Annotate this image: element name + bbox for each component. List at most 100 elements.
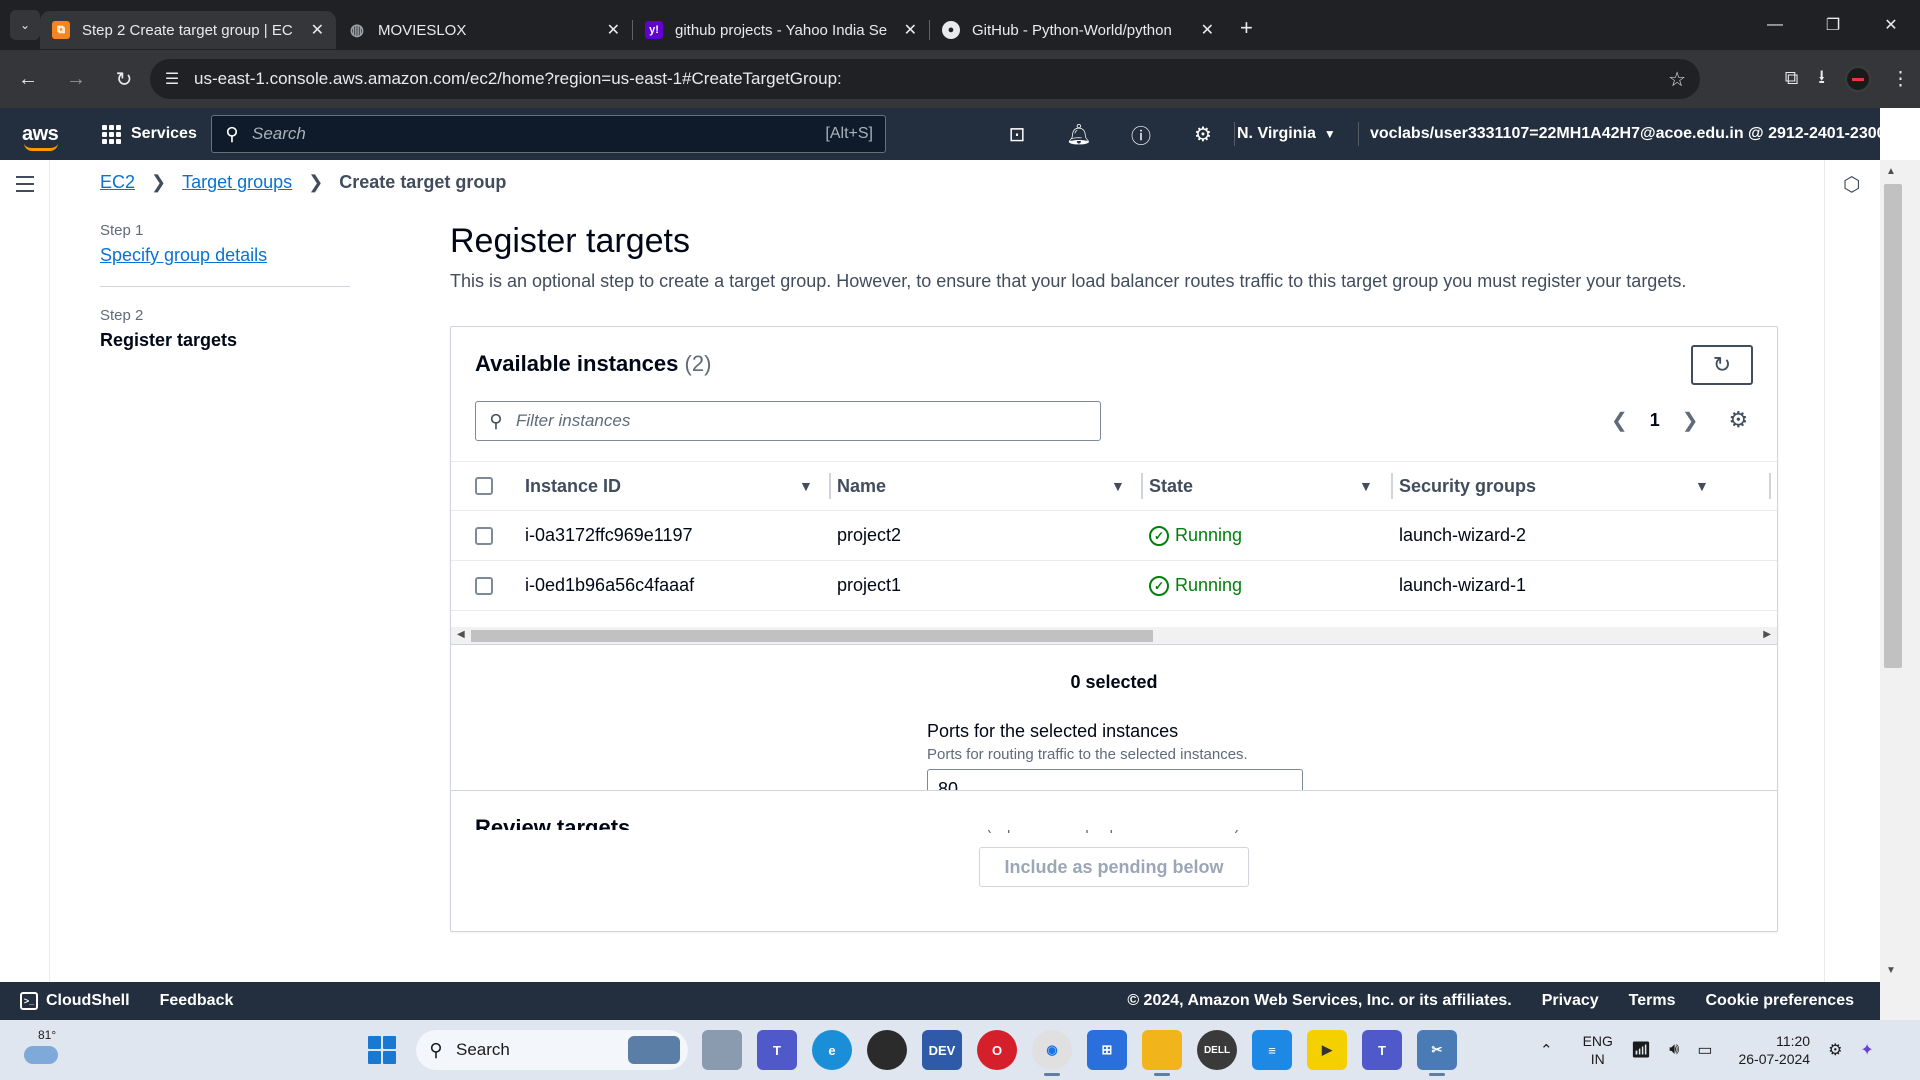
chrome-icon[interactable]: ◉ bbox=[1032, 1030, 1072, 1076]
sort-caret-icon[interactable]: ▼ bbox=[1695, 478, 1709, 494]
browser-menu-icon[interactable]: ⋮ bbox=[1891, 68, 1910, 91]
cookie-preferences-link[interactable]: Cookie preferences bbox=[1705, 992, 1854, 1010]
tab-search-button[interactable]: ⌄ bbox=[10, 10, 40, 40]
scrollbar-thumb[interactable] bbox=[471, 630, 1153, 642]
extensions-icon[interactable]: ⧉ bbox=[1785, 68, 1799, 90]
minimize-icon[interactable]: — bbox=[1746, 0, 1804, 50]
close-window-icon[interactable]: ✕ bbox=[1862, 0, 1920, 50]
column-resizer[interactable] bbox=[1769, 473, 1771, 499]
taskbar-search[interactable]: ⚲ Search bbox=[416, 1030, 688, 1070]
bookmark-star-icon[interactable]: ☆ bbox=[1668, 67, 1686, 92]
back-icon[interactable]: ← bbox=[8, 59, 48, 99]
browser-tab-active[interactable]: ⧉ Step 2 Create target group | EC ✕ bbox=[40, 11, 336, 49]
player-icon[interactable]: ▶ bbox=[1307, 1030, 1347, 1070]
copilot-icon[interactable]: ✦ bbox=[1860, 1040, 1873, 1060]
table-row[interactable]: i-0ed1b96a56c4faaaf project1 ✓ Running l… bbox=[451, 561, 1777, 611]
sort-caret-icon[interactable]: ▼ bbox=[1111, 478, 1125, 494]
hamburger-menu-icon[interactable] bbox=[16, 176, 34, 197]
task-view-icon[interactable] bbox=[702, 1030, 742, 1070]
row-checkbox[interactable] bbox=[475, 576, 493, 595]
windows-start-icon[interactable] bbox=[368, 1036, 396, 1064]
table-row[interactable]: i-0a3172ffc969e1197 project2 ✓ Running l… bbox=[451, 511, 1777, 561]
new-tab-icon[interactable]: + bbox=[1240, 15, 1253, 41]
notes-icon[interactable]: ≡ bbox=[1252, 1030, 1292, 1070]
col-security-groups[interactable]: Security groups bbox=[1399, 476, 1536, 497]
aws-search-input[interactable]: ⚲ Search [Alt+S] bbox=[211, 115, 886, 153]
scroll-up-icon[interactable]: ▲ bbox=[1886, 166, 1896, 177]
dell-icon[interactable]: DELL bbox=[1197, 1030, 1237, 1070]
state-text: Running bbox=[1175, 575, 1243, 595]
region-selector[interactable]: N. Virginia ▼ bbox=[1237, 108, 1359, 160]
terms-link[interactable]: Terms bbox=[1629, 992, 1676, 1010]
clock[interactable]: 11:20 26-07-2024 bbox=[1738, 1032, 1810, 1068]
info-panel-hex-icon[interactable]: ⬡ bbox=[1843, 172, 1860, 197]
scroll-right-icon[interactable]: ▶ bbox=[1763, 629, 1771, 640]
teams-icon[interactable]: T bbox=[757, 1030, 797, 1070]
browser-tab[interactable]: ◍ MOVIESLOX ✕ bbox=[336, 11, 632, 49]
column-resizer[interactable] bbox=[829, 473, 831, 499]
browser-tab[interactable]: y! github projects - Yahoo India Se ✕ bbox=[633, 11, 929, 49]
column-resizer[interactable] bbox=[1141, 473, 1143, 499]
scrollbar-thumb[interactable] bbox=[1884, 184, 1902, 668]
edge-icon[interactable]: e bbox=[812, 1030, 852, 1070]
scroll-left-icon[interactable]: ◀ bbox=[457, 629, 465, 640]
col-state[interactable]: State bbox=[1149, 476, 1193, 497]
feedback-link[interactable]: Feedback bbox=[160, 992, 234, 1010]
cloudshell-button[interactable]: >_ CloudShell bbox=[20, 992, 130, 1010]
battery-icon[interactable]: ▭ bbox=[1697, 1040, 1712, 1060]
column-resizer[interactable] bbox=[1391, 473, 1393, 499]
site-info-icon[interactable]: ☰ bbox=[150, 69, 194, 89]
breadcrumb-target-groups[interactable]: Target groups bbox=[182, 172, 292, 193]
teams-work-icon[interactable]: T bbox=[1362, 1030, 1402, 1070]
services-menu-button[interactable]: Services bbox=[102, 124, 197, 144]
select-all-checkbox[interactable] bbox=[475, 477, 493, 495]
weather-widget[interactable]: 81° bbox=[22, 1028, 62, 1072]
download-icon[interactable]: ⭳ bbox=[1818, 63, 1825, 95]
help-icon[interactable]: ⓘ bbox=[1110, 120, 1172, 149]
dev-app-icon[interactable]: DEV bbox=[922, 1030, 962, 1070]
current-page[interactable]: 1 bbox=[1650, 410, 1660, 431]
volume-icon[interactable]: 🔊︎ bbox=[1669, 1041, 1679, 1059]
horizontal-scrollbar[interactable]: ◀ ▶ bbox=[451, 627, 1777, 645]
scroll-down-icon[interactable]: ▼ bbox=[1886, 965, 1896, 976]
close-tab-icon[interactable]: ✕ bbox=[1201, 20, 1214, 40]
language-indicator[interactable]: ENG IN bbox=[1583, 1032, 1613, 1068]
forward-icon[interactable]: → bbox=[56, 59, 96, 99]
next-page-icon[interactable]: ❯ bbox=[1682, 408, 1699, 433]
row-checkbox[interactable] bbox=[475, 526, 493, 545]
sort-caret-icon[interactable]: ▼ bbox=[799, 478, 813, 494]
step1-link[interactable]: Specify group details bbox=[100, 245, 350, 266]
cloudshell-icon[interactable]: ⊡ bbox=[986, 122, 1048, 147]
profile-avatar[interactable] bbox=[1845, 66, 1871, 92]
prev-page-icon[interactable]: ❮ bbox=[1611, 408, 1628, 433]
account-menu[interactable]: voclabs/user3331107=22MH1A42H7@acoe.edu.… bbox=[1370, 108, 1905, 160]
reload-icon[interactable]: ↻ bbox=[104, 59, 144, 99]
file-explorer-icon[interactable] bbox=[1142, 1030, 1182, 1076]
filter-instances-input[interactable]: ⚲ Filter instances bbox=[475, 401, 1101, 441]
settings-gear-icon[interactable]: ⚙ bbox=[1172, 122, 1234, 147]
include-pending-button[interactable]: Include as pending below bbox=[979, 847, 1249, 887]
store-icon[interactable]: ⊞ bbox=[1087, 1030, 1127, 1070]
privacy-link[interactable]: Privacy bbox=[1542, 992, 1599, 1010]
url-bar[interactable]: ☰ us-east-1.console.aws.amazon.com/ec2/h… bbox=[150, 59, 1700, 99]
col-instance-id[interactable]: Instance ID bbox=[525, 476, 621, 497]
snipping-tool-icon[interactable]: ✂ bbox=[1417, 1030, 1457, 1076]
close-tab-icon[interactable]: ✕ bbox=[904, 20, 917, 40]
close-tab-icon[interactable]: ✕ bbox=[607, 20, 620, 40]
aws-logo[interactable]: aws bbox=[22, 124, 62, 151]
settings-gear-icon[interactable]: ⚙ bbox=[1828, 1040, 1842, 1060]
sort-caret-icon[interactable]: ▼ bbox=[1359, 478, 1373, 494]
col-name[interactable]: Name bbox=[837, 476, 886, 497]
alienware-icon[interactable] bbox=[867, 1030, 907, 1070]
opera-icon[interactable]: O bbox=[977, 1030, 1017, 1070]
refresh-button[interactable]: ↻ bbox=[1691, 345, 1753, 385]
close-tab-icon[interactable]: ✕ bbox=[311, 20, 324, 40]
show-hidden-icons[interactable]: ⌃ bbox=[1540, 1041, 1553, 1059]
wifi-icon[interactable]: 📶︎ bbox=[1631, 1040, 1651, 1060]
restore-icon[interactable]: ❐ bbox=[1804, 0, 1862, 50]
notifications-bell-icon[interactable]: 🔔︎ bbox=[1048, 122, 1110, 147]
breadcrumb-ec2[interactable]: EC2 bbox=[100, 172, 135, 193]
browser-tab[interactable]: ● GitHub - Python-World/python ✕ bbox=[930, 11, 1226, 49]
table-preferences-gear-icon[interactable]: ⚙ bbox=[1729, 407, 1749, 433]
page-vertical-scrollbar[interactable]: ▲ ▼ bbox=[1880, 160, 1920, 982]
